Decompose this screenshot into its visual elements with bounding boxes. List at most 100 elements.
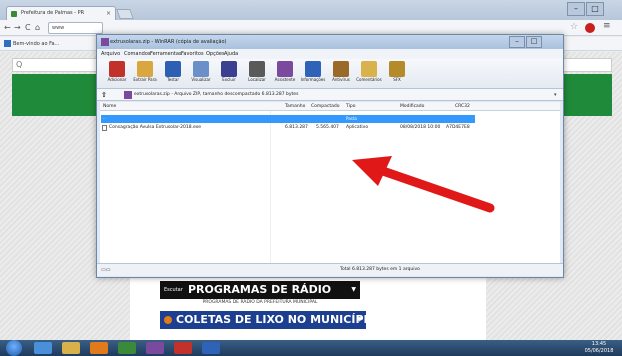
- clock-time: 13:45: [591, 341, 607, 347]
- start-button[interactable]: [6, 340, 22, 356]
- toolbar-button-sfx[interactable]: SFX: [384, 60, 410, 88]
- test-icon: [165, 61, 181, 77]
- bookmark-item[interactable]: Bem-vindo ao Fa...: [4, 39, 59, 49]
- list-item-selected[interactable]: [101, 115, 475, 123]
- toolbar-button-delete[interactable]: Excluir: [216, 60, 242, 88]
- chevron-down-icon: ▼: [351, 286, 356, 293]
- banner-subtitle: PROGRAMAS DE RÁDIO DA PREFEITURA MUNICIP…: [202, 300, 318, 305]
- toolbar-button-extract[interactable]: Extrair Para: [132, 60, 158, 88]
- menu-ferramentas[interactable]: Ferramentas: [150, 49, 182, 59]
- toolbar-button-find[interactable]: Localizar: [244, 60, 270, 88]
- extract-icon: [137, 61, 153, 77]
- toolbar-label: Adicionar: [107, 77, 127, 82]
- bookmark-star-icon[interactable]: ☆: [570, 22, 578, 32]
- toolbar-button-view[interactable]: Visualizar: [188, 60, 214, 88]
- add-icon: [109, 61, 125, 77]
- banner-title: PROGRAMAS DE RÁDIO: [188, 283, 332, 296]
- toolbar-label: Extrair Para: [133, 77, 157, 82]
- menu-comandos[interactable]: Comandos: [124, 49, 151, 59]
- browser-window-controls: –□×: [566, 2, 620, 35]
- column-crc[interactable]: CRC32: [455, 102, 470, 111]
- radio-programs-banner[interactable]: Escutar PROGRAMAS DE RÁDIO ▼: [160, 281, 360, 299]
- toolbar-label: Assistente: [274, 77, 296, 82]
- column-packed[interactable]: Compactado: [311, 102, 340, 111]
- address-bar[interactable]: www: [48, 22, 103, 34]
- winrar-title: extrusolaras.zip - WinRAR (cópia de aval…: [110, 39, 227, 45]
- row-packed: 5.565.407: [316, 125, 339, 130]
- minimize-button[interactable]: –: [567, 2, 585, 16]
- back-button[interactable]: ←: [4, 22, 11, 34]
- maximize-button[interactable]: □: [586, 2, 604, 16]
- comment-icon: [361, 61, 377, 77]
- adblock-icon[interactable]: [585, 23, 595, 33]
- banner-title: COLETAS DE LIXO NO MUNICÍPIO: [176, 313, 377, 326]
- row-type: Pasta: [346, 116, 357, 121]
- word-icon[interactable]: [202, 342, 220, 354]
- path-text: extrusolaras.zip - Arquivo ZIP, tamanho …: [134, 92, 299, 97]
- view-icon: [193, 61, 209, 77]
- home-button[interactable]: ⌂: [35, 22, 40, 34]
- up-folder-button[interactable]: ⇧: [101, 90, 111, 100]
- minimize-button[interactable]: –: [509, 36, 525, 48]
- row-type: Aplicativo: [346, 125, 369, 130]
- toolbar-button-comment[interactable]: Comentários: [356, 60, 382, 88]
- winrar-icon: [101, 38, 109, 46]
- file-icon: [102, 125, 107, 131]
- browser-tab[interactable]: Prefeitura de Palmas - PR ×: [6, 6, 116, 20]
- column-modified[interactable]: Modificado: [400, 102, 424, 111]
- status-icons: ▭▭: [101, 267, 111, 273]
- system-clock[interactable]: 13:45 05/06/2018: [580, 341, 618, 355]
- sfx-icon: [389, 61, 405, 77]
- chrome-icon[interactable]: [118, 342, 136, 354]
- tab-title: Prefeitura de Palmas - PR: [21, 10, 85, 16]
- menu-favoritos[interactable]: Favoritos: [181, 49, 204, 59]
- arrow-shaft: [375, 165, 495, 213]
- toolbar-button-antivirus[interactable]: Antivírus: [328, 60, 354, 88]
- reload-button[interactable]: C: [25, 22, 31, 34]
- menu-arquivo[interactable]: Arquivo: [101, 49, 120, 59]
- banner-small-label: Escutar: [164, 287, 183, 293]
- column-name[interactable]: Nome: [103, 102, 116, 111]
- toolbar-label: Excluir: [222, 77, 236, 82]
- toolbar-label: Informações: [300, 77, 326, 82]
- ie-icon[interactable]: [34, 342, 52, 354]
- tab-close-icon[interactable]: ×: [106, 7, 111, 20]
- find-icon: [249, 61, 265, 77]
- folder-icon[interactable]: [62, 342, 80, 354]
- search-icon: Q: [16, 60, 23, 69]
- status-text: Total 6.813.287 bytes em 1 arquivo: [340, 267, 420, 272]
- row-name: ..: [103, 116, 106, 121]
- toolbar-button-wizard[interactable]: Assistente: [272, 60, 298, 88]
- toolbar-button-add[interactable]: Adicionar: [104, 60, 130, 88]
- wizard-icon: [277, 61, 293, 77]
- recycle-icon: [164, 316, 172, 324]
- pdf-icon[interactable]: [174, 342, 192, 354]
- row-size: 6.813.287: [285, 125, 308, 130]
- toolbar-label: Comentários: [356, 77, 382, 82]
- row-name: Consagração Avulsa Extrusolar-2018.exe: [109, 125, 201, 130]
- menu-ajuda[interactable]: Ajuda: [224, 49, 238, 59]
- toolbar-label: Visualizar: [191, 77, 211, 82]
- toolbar-label: Localizar: [248, 77, 266, 82]
- clock-date: 05/06/2018: [584, 348, 614, 354]
- browser-menu-icon[interactable]: ≡: [603, 21, 611, 31]
- media-icon[interactable]: [90, 342, 108, 354]
- garbage-collection-banner[interactable]: COLETAS DE LIXO NO MUNICÍPIO ▼: [160, 311, 377, 329]
- toolbar-label: Antivírus: [332, 77, 350, 82]
- column-type[interactable]: Tipo: [346, 102, 355, 111]
- toolbar-button-test[interactable]: Testar: [160, 60, 186, 88]
- toolbar-label: SFX: [393, 77, 401, 82]
- row-crc: A7D4E7E8: [446, 125, 470, 130]
- toolbar-button-info[interactable]: Informações: [300, 60, 326, 88]
- info-icon: [305, 61, 321, 77]
- winrar-window-controls: –□×: [508, 36, 560, 67]
- winrar-icon[interactable]: [146, 342, 164, 354]
- maximize-button[interactable]: □: [526, 36, 542, 48]
- forward-button[interactable]: →: [14, 22, 21, 34]
- column-divider: [270, 111, 271, 263]
- path-dropdown-icon[interactable]: ▾: [554, 90, 557, 100]
- menu-opcoes[interactable]: Opções: [206, 49, 225, 59]
- column-size[interactable]: Tamanho: [285, 102, 305, 111]
- bookmark-label: Bem-vindo ao Fa...: [13, 41, 60, 47]
- status-bar: [97, 263, 563, 276]
